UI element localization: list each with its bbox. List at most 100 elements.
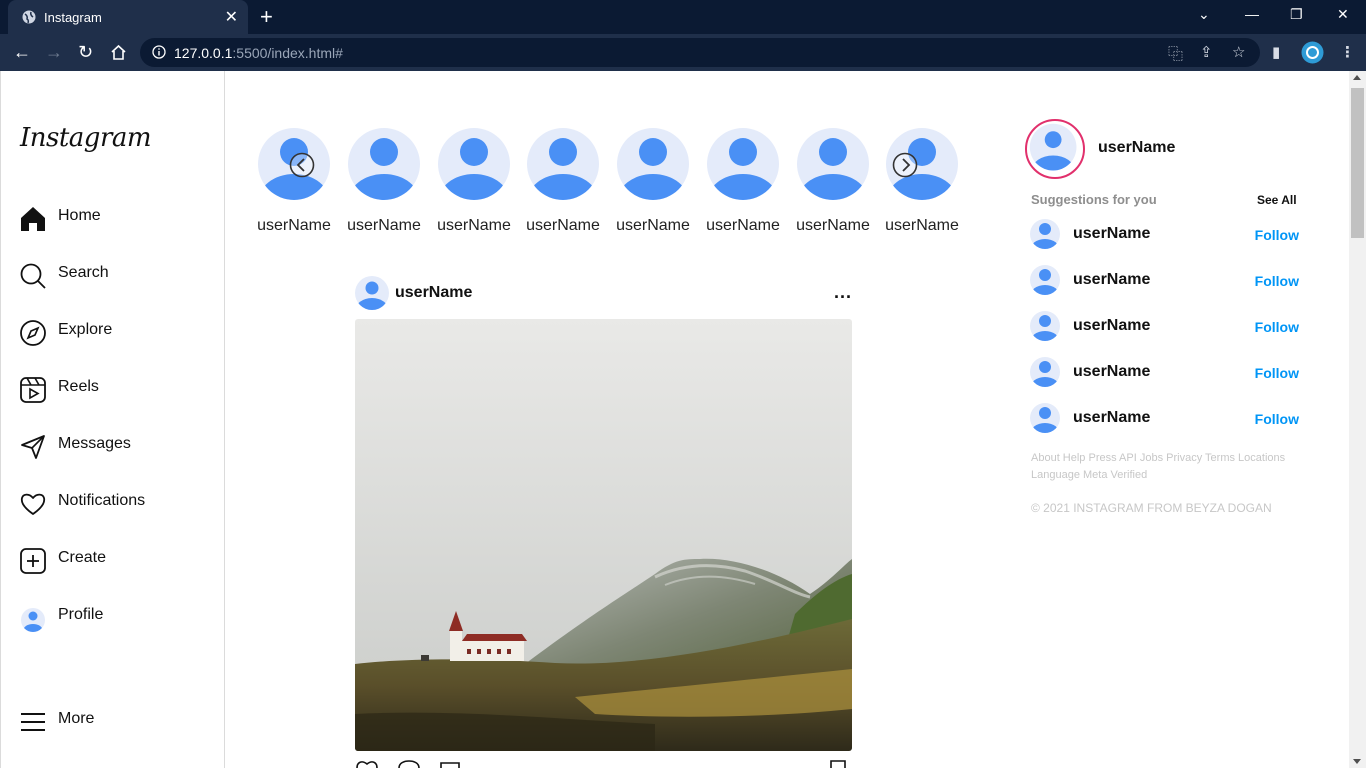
profile-avatar-icon[interactable]: [1301, 41, 1324, 64]
share-icon[interactable]: ⇪: [1200, 43, 1213, 61]
story-item[interactable]: userName: [254, 128, 334, 235]
scroll-up-arrow-icon[interactable]: [1353, 75, 1361, 80]
story-item[interactable]: userName: [703, 128, 783, 235]
page-scrollbar[interactable]: [1349, 71, 1366, 768]
reels-icon: [20, 377, 46, 403]
sidebar-item-label: More: [58, 710, 95, 727]
suggestion-row: userName Follow: [1030, 219, 1305, 251]
home-icon: [21, 207, 45, 231]
save-bookmark-icon[interactable]: [829, 760, 847, 768]
sidebar-item-search[interactable]: Search: [19, 260, 209, 292]
post-header: userName ...: [355, 276, 852, 312]
suggestion-username[interactable]: userName: [1073, 363, 1150, 381]
story-next-arrow-icon[interactable]: [892, 152, 918, 178]
story-avatar-icon: [707, 128, 779, 200]
browser-menu-icon[interactable]: ⋮: [1340, 43, 1355, 61]
suggestion-row: userName Follow: [1030, 311, 1305, 343]
sidebar-item-label: Messages: [58, 435, 131, 452]
menu-icon: [21, 713, 45, 731]
story-username: userName: [257, 217, 331, 234]
copyright-text: © 2021 INSTAGRAM FROM BEYZA DOGAN: [1031, 501, 1272, 515]
browser-tab[interactable]: Instagram ✕: [8, 0, 248, 34]
back-icon[interactable]: ←: [13, 42, 31, 62]
suggestion-avatar-icon[interactable]: [1030, 219, 1060, 249]
post-author-avatar-icon[interactable]: [355, 276, 389, 310]
url-bar[interactable]: 127.0.0.1:5500/index.html#: [140, 38, 1260, 67]
post-author-name[interactable]: userName: [395, 284, 472, 302]
suggestion-username[interactable]: userName: [1073, 409, 1150, 427]
story-avatar-icon: [797, 128, 869, 200]
side-panel-icon[interactable]: ▮: [1272, 43, 1280, 61]
close-tab-icon[interactable]: ✕: [225, 7, 238, 27]
translate-icon[interactable]: ⿻: [1168, 43, 1183, 64]
suggestion-avatar-icon[interactable]: [1030, 403, 1060, 433]
suggestion-username[interactable]: userName: [1073, 225, 1150, 243]
see-all-link[interactable]: See All: [1257, 193, 1297, 207]
instagram-logo[interactable]: Instagram: [20, 123, 152, 153]
story-item[interactable]: userName: [882, 128, 962, 235]
close-window-icon[interactable]: ✕: [1337, 6, 1349, 23]
sidebar-item-home[interactable]: Home: [19, 203, 209, 235]
like-heart-icon[interactable]: [355, 758, 379, 768]
story-username: userName: [706, 217, 780, 234]
story-item[interactable]: userName: [523, 128, 603, 235]
sidebar-item-explore[interactable]: Explore: [19, 317, 209, 349]
forward-icon[interactable]: →: [45, 42, 63, 62]
sidebar-item-reels[interactable]: Reels: [19, 374, 209, 406]
story-username: userName: [347, 217, 421, 234]
tab-search-chevron-icon[interactable]: ⌄: [1198, 6, 1210, 23]
sidebar-item-more[interactable]: More: [19, 706, 209, 738]
follow-button[interactable]: Follow: [1255, 365, 1299, 381]
story-username: userName: [526, 217, 600, 234]
site-info-icon[interactable]: [152, 45, 166, 59]
follow-button[interactable]: Follow: [1255, 411, 1299, 427]
restore-icon[interactable]: ❐: [1290, 6, 1303, 23]
story-username: userName: [885, 217, 959, 234]
current-username[interactable]: userName: [1098, 139, 1175, 157]
current-user-avatar-icon[interactable]: [1025, 119, 1085, 179]
post-photo[interactable]: [355, 319, 852, 751]
suggestion-row: userName Follow: [1030, 357, 1305, 389]
new-tab-icon[interactable]: +: [260, 4, 273, 30]
compass-icon: [20, 320, 46, 346]
story-username: userName: [616, 217, 690, 234]
home-browser-icon[interactable]: [110, 44, 127, 61]
bookmark-star-icon[interactable]: ☆: [1232, 43, 1245, 61]
story-item[interactable]: userName: [434, 128, 514, 235]
reload-icon[interactable]: ↻: [78, 42, 93, 62]
sidebar-item-label: Explore: [58, 321, 113, 338]
suggestion-avatar-icon[interactable]: [1030, 357, 1060, 387]
globe-icon: [22, 10, 36, 24]
follow-button[interactable]: Follow: [1255, 273, 1299, 289]
sidebar-item-notifications[interactable]: Notifications: [19, 488, 209, 520]
scrollbar-thumb[interactable]: [1351, 88, 1364, 238]
story-avatar-icon: [617, 128, 689, 200]
suggestion-username[interactable]: userName: [1073, 317, 1150, 335]
story-item[interactable]: userName: [793, 128, 873, 235]
suggestion-avatar-icon[interactable]: [1030, 311, 1060, 341]
comment-icon[interactable]: [397, 760, 421, 768]
story-item[interactable]: userName: [613, 128, 693, 235]
post-options-icon[interactable]: ...: [834, 282, 852, 303]
story-item[interactable]: userName: [344, 128, 424, 235]
footer-links[interactable]: About Help Press API Jobs Privacy Terms …: [1031, 450, 1301, 484]
story-prev-arrow-icon[interactable]: [289, 152, 315, 178]
sidebar-item-messages[interactable]: Messages: [19, 431, 209, 463]
follow-button[interactable]: Follow: [1255, 319, 1299, 335]
follow-button[interactable]: Follow: [1255, 227, 1299, 243]
scroll-down-arrow-icon[interactable]: [1353, 759, 1361, 764]
share-post-icon[interactable]: [439, 762, 461, 768]
sidebar-item-profile[interactable]: Profile: [19, 602, 209, 634]
plus-square-icon: [20, 548, 46, 574]
sidebar-item-label: Reels: [58, 378, 99, 395]
suggestion-row: userName Follow: [1030, 265, 1305, 297]
suggestion-avatar-icon[interactable]: [1030, 265, 1060, 295]
post-actions: [355, 758, 852, 768]
minimize-icon[interactable]: —: [1245, 6, 1259, 22]
story-avatar-icon: [527, 128, 599, 200]
suggestions-heading: Suggestions for you: [1031, 192, 1157, 207]
suggestion-username[interactable]: userName: [1073, 271, 1150, 289]
sidebar-item-label: Search: [58, 264, 109, 281]
sidebar-item-create[interactable]: Create: [19, 545, 209, 577]
url-path: :5500/index.html#: [232, 45, 343, 61]
